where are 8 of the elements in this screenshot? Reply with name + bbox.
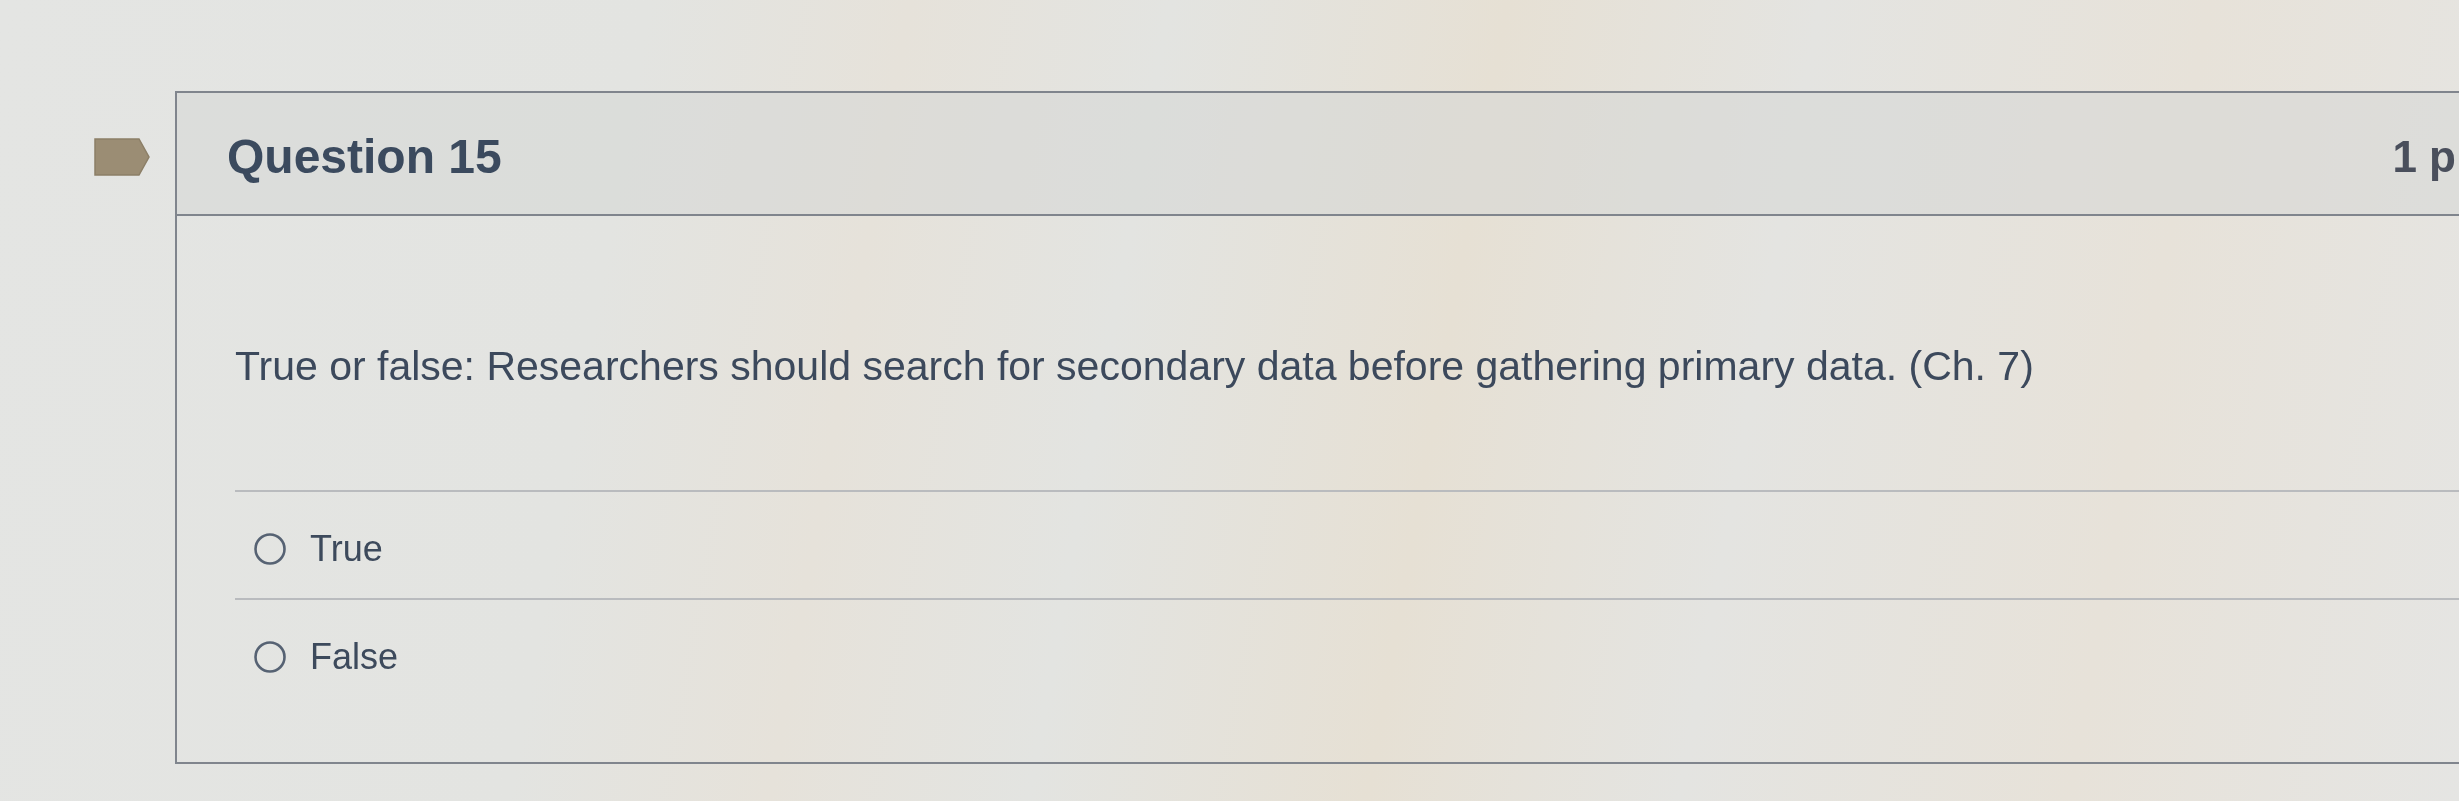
flag-icon[interactable] bbox=[94, 138, 150, 176]
radio-button[interactable] bbox=[254, 533, 286, 565]
answer-label[interactable]: False bbox=[310, 636, 399, 678]
answer-label[interactable]: True bbox=[310, 528, 383, 570]
radio-button[interactable] bbox=[254, 641, 286, 673]
question-text: True or false: Researchers should search for secondary data before gathering primary data. (Ch. 7) bbox=[235, 342, 2034, 390]
points-text: 1 p bbox=[2392, 131, 2456, 182]
question-title: Question 15 bbox=[227, 129, 502, 184]
